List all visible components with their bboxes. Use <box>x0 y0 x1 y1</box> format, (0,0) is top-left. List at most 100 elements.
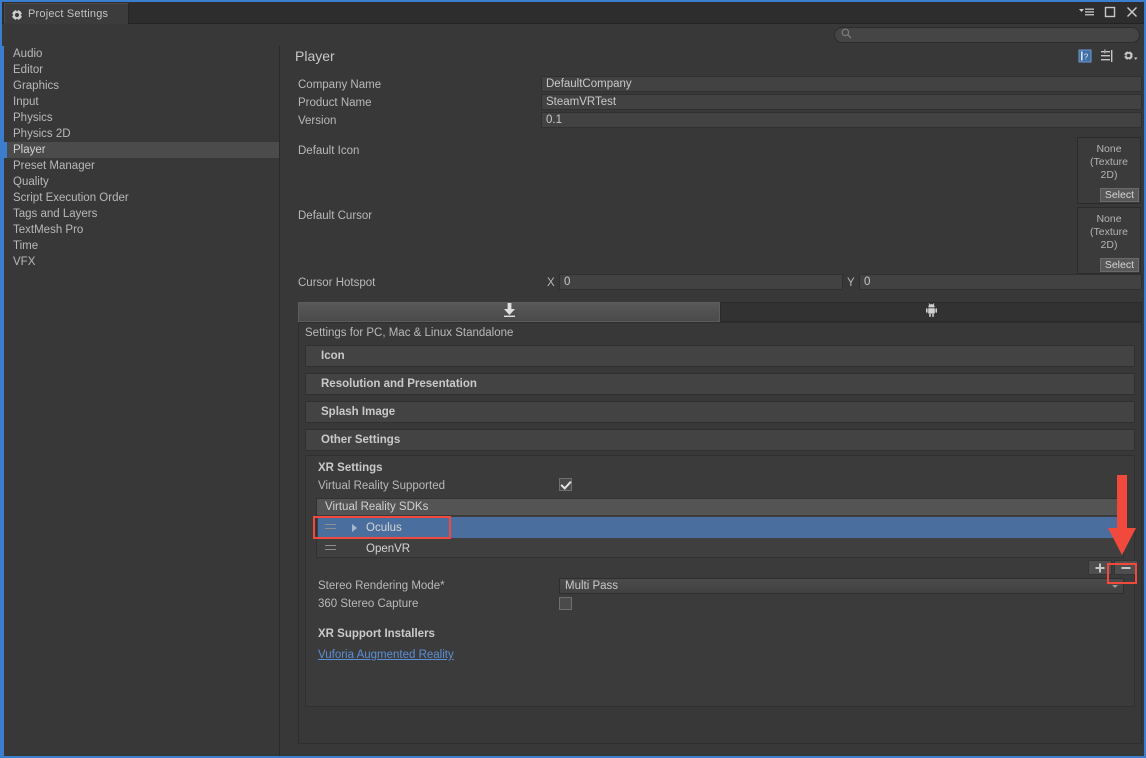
foldout-icon-label: Icon <box>321 350 345 362</box>
sidebar-item-label: Input <box>13 96 39 108</box>
sidebar-item-textmesh-pro[interactable]: TextMesh Pro <box>4 222 279 238</box>
sidebar-item-label: Physics 2D <box>13 128 71 140</box>
foldout-triangle-icon[interactable] <box>352 524 357 532</box>
settings-sidebar: Audio Editor Graphics Input Physics Physics 2… <box>2 46 280 756</box>
sidebar-item-label: VFX <box>13 256 36 268</box>
sidebar-item-label: Time <box>13 240 39 252</box>
foldout-splash-image[interactable]: Splash Image <box>305 401 1135 423</box>
sidebar-item-tags-and-layers[interactable]: Tags and Layers <box>4 206 279 222</box>
sidebar-item-physics[interactable]: Physics <box>4 110 279 126</box>
sidebar-item-label: Physics <box>13 112 53 124</box>
default-icon-value-line3: 2D) <box>1100 169 1118 181</box>
company-name-field[interactable]: DefaultCompany <box>541 76 1142 92</box>
row-cursor-hotspot: Cursor Hotspot X 0 Y 0 <box>281 274 1144 292</box>
foldout-other-label: Other Settings <box>321 434 401 446</box>
platform-settings-panel: Settings for PC, Mac & Linux Standalone … <box>298 322 1142 744</box>
sidebar-item-physics-2d[interactable]: Physics 2D <box>4 126 279 142</box>
row-version: Version 0.1 <box>281 112 1144 130</box>
window-menu-icon[interactable] <box>1079 7 1094 20</box>
gear-dropdown-icon[interactable] <box>1122 49 1138 68</box>
sidebar-item-audio[interactable]: Audio <box>4 46 279 62</box>
xr-installers-heading: XR Support Installers <box>318 628 435 640</box>
window-controls <box>1079 2 1138 24</box>
stereo-capture-checkbox[interactable] <box>559 597 572 610</box>
default-icon-label: Default Icon <box>298 145 360 157</box>
sidebar-item-label: Script Execution Order <box>13 192 129 204</box>
stereo-rendering-dropdown[interactable]: Multi Pass <box>559 578 1124 594</box>
product-name-label: Product Name <box>298 97 372 109</box>
sidebar-item-label: Player <box>13 144 46 156</box>
default-cursor-select-button[interactable]: Select <box>1099 258 1139 272</box>
default-icon-object-field[interactable]: None (Texture 2D) Select <box>1077 137 1141 204</box>
add-sdk-button[interactable] <box>1088 560 1112 575</box>
sidebar-item-label: Quality <box>13 176 49 188</box>
cursor-hotspot-y-label: Y <box>847 277 855 289</box>
platform-tab-strip <box>298 302 1142 322</box>
stereo-rendering-label: Stereo Rendering Mode* <box>318 580 445 592</box>
drag-handle-icon[interactable] <box>325 545 336 552</box>
sidebar-item-label: Graphics <box>13 80 60 92</box>
platform-tab-standalone[interactable] <box>298 302 720 322</box>
cursor-hotspot-x-field[interactable]: 0 <box>559 274 843 290</box>
vr-supported-checkbox[interactable] <box>559 478 572 491</box>
row-default-cursor: Default Cursor <box>281 207 1144 225</box>
openvr-label: OpenVR <box>366 542 411 555</box>
sidebar-item-label: Editor <box>13 64 44 76</box>
search-icon <box>841 26 852 44</box>
sidebar-item-quality[interactable]: Quality <box>4 174 279 190</box>
oculus-label: Oculus <box>366 521 402 534</box>
foldout-resolution-label: Resolution and Presentation <box>321 378 477 390</box>
default-icon-select-button[interactable]: Select <box>1099 188 1139 202</box>
foldout-resolution-presentation[interactable]: Resolution and Presentation <box>305 373 1135 395</box>
chevron-down-icon <box>1112 585 1118 588</box>
foldout-icon[interactable]: Icon <box>305 345 1135 367</box>
xr-settings-heading: XR Settings <box>318 462 383 474</box>
sidebar-item-time[interactable]: Time <box>4 238 279 254</box>
sidebar-item-label: Audio <box>13 48 43 60</box>
gear-icon <box>11 8 23 21</box>
default-icon-value-line2: (Texture <box>1090 156 1128 168</box>
content-tool-icons: ? <box>1078 49 1138 68</box>
product-name-field[interactable]: SteamVRTest <box>541 94 1142 110</box>
default-cursor-value-line1: None <box>1096 213 1122 225</box>
openvr-list-row[interactable]: OpenVR <box>318 538 1122 559</box>
vr-sdk-list: Virtual Reality SDKs Oculus OpenVR <box>316 498 1124 558</box>
window-tab-bar: Project Settings <box>2 2 1144 24</box>
sidebar-item-script-execution-order[interactable]: Script Execution Order <box>4 190 279 206</box>
version-label: Version <box>298 115 337 127</box>
drag-handle-icon[interactable] <box>325 524 336 531</box>
foldout-other-settings[interactable]: Other Settings <box>305 429 1135 451</box>
remove-sdk-button[interactable] <box>1114 560 1138 575</box>
stereo-rendering-value: Multi Pass <box>565 580 619 592</box>
oculus-list-row[interactable]: Oculus <box>318 517 1122 538</box>
close-icon[interactable] <box>1126 6 1138 20</box>
row-product-name: Product Name SteamVRTest <box>281 94 1144 112</box>
cursor-hotspot-y-field[interactable]: 0 <box>859 274 1142 290</box>
tab-label: Project Settings <box>28 8 109 20</box>
svg-text:?: ? <box>1084 53 1089 62</box>
page-title: Player <box>295 48 335 64</box>
default-cursor-label: Default Cursor <box>298 210 373 222</box>
default-cursor-value-line2: (Texture <box>1090 226 1128 238</box>
sidebar-item-input[interactable]: Input <box>4 94 279 110</box>
row-company-name: Company Name DefaultCompany <box>281 76 1144 94</box>
sidebar-item-player[interactable]: Player <box>4 142 279 158</box>
platform-tab-android[interactable] <box>720 302 1142 322</box>
search-input[interactable] <box>834 27 1140 43</box>
sidebar-item-preset-manager[interactable]: Preset Manager <box>4 158 279 174</box>
settings-caption: Settings for PC, Mac & Linux Standalone <box>305 327 514 339</box>
preset-icon[interactable] <box>1100 49 1114 68</box>
sidebar-item-vfx[interactable]: VFX <box>4 254 279 270</box>
vr-sdk-list-header-label: Virtual Reality SDKs <box>325 501 429 513</box>
download-arrow-icon <box>503 302 516 322</box>
maximize-icon[interactable] <box>1104 6 1116 20</box>
vuforia-installer-link[interactable]: Vuforia Augmented Reality <box>318 649 454 661</box>
default-cursor-object-field[interactable]: None (Texture 2D) Select <box>1077 207 1141 274</box>
version-field[interactable]: 0.1 <box>541 112 1142 128</box>
project-settings-window: Project Settings Audio Editor Graphics I… <box>0 0 1146 758</box>
tab-project-settings[interactable]: Project Settings <box>4 3 129 24</box>
sidebar-item-graphics[interactable]: Graphics <box>4 78 279 94</box>
sidebar-item-editor[interactable]: Editor <box>4 62 279 78</box>
vr-supported-label: Virtual Reality Supported <box>318 480 445 492</box>
help-book-icon[interactable]: ? <box>1078 49 1092 68</box>
